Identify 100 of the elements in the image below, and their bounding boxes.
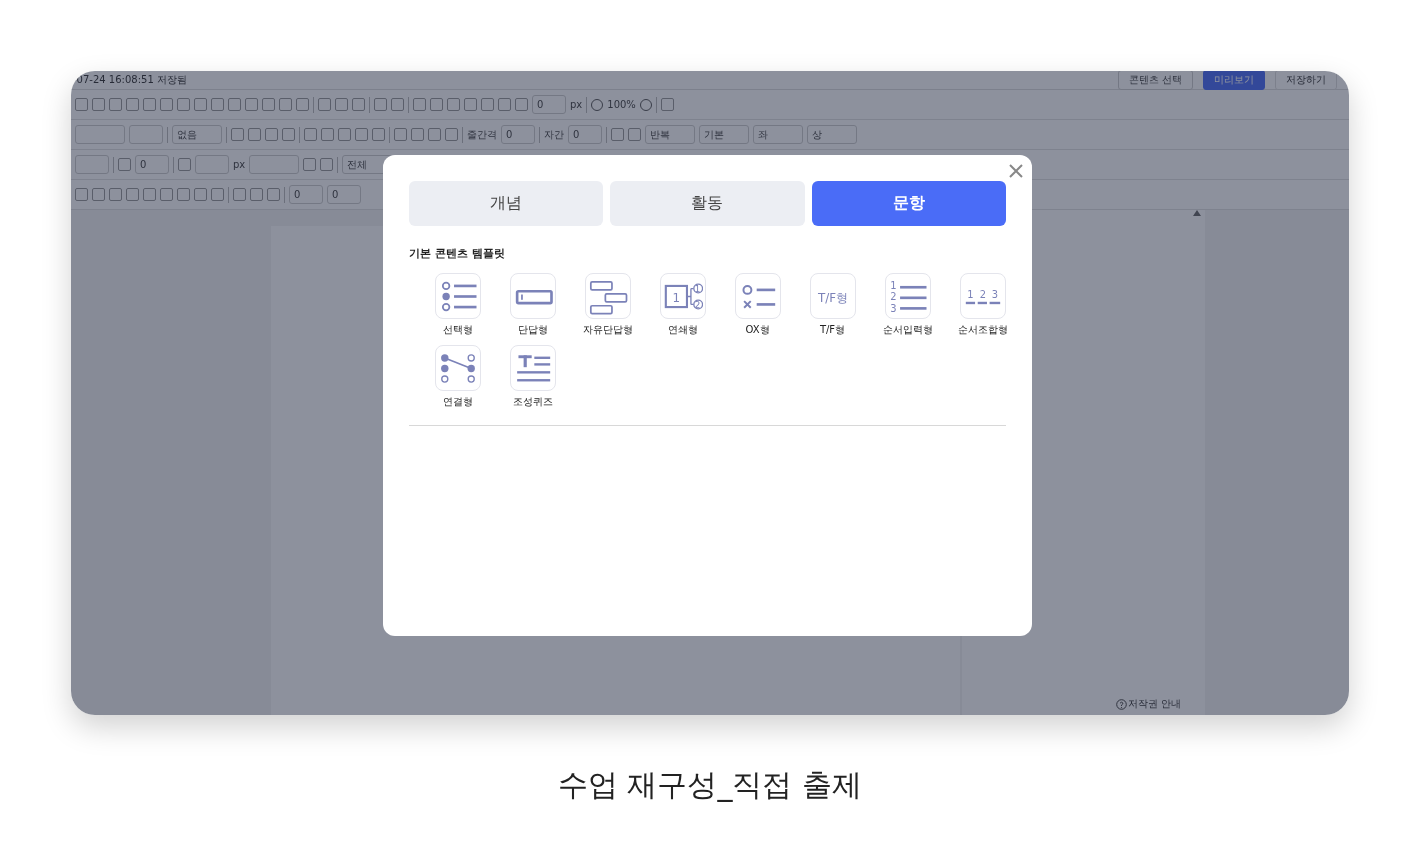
- toolbar-icon[interactable]: [267, 188, 280, 201]
- toolbar-icon[interactable]: [143, 98, 156, 111]
- toolbar-field[interactable]: [129, 125, 163, 144]
- toolbar-icon[interactable]: [355, 128, 368, 141]
- toolbar-select[interactable]: 상: [807, 125, 857, 144]
- toolbar-icon[interactable]: [318, 98, 331, 111]
- toolbar-icon[interactable]: [231, 128, 244, 141]
- toolbar-icon[interactable]: [245, 98, 258, 111]
- toolbar-icon[interactable]: [303, 158, 317, 171]
- copyright-link[interactable]: 저작권 안내: [1127, 697, 1181, 711]
- template-option[interactable]: T/F형 T/F형: [795, 273, 870, 337]
- template-option[interactable]: 자유단답형: [570, 273, 645, 337]
- category-tab[interactable]: 활동: [610, 181, 805, 226]
- toolbar-label: 100%: [607, 99, 636, 110]
- toolbar-icon[interactable]: [250, 188, 263, 201]
- toolbar-icon[interactable]: [282, 128, 295, 141]
- toolbar-icon[interactable]: [143, 188, 156, 201]
- toolbar-field[interactable]: 0: [327, 185, 361, 204]
- toolbar-select[interactable]: [249, 155, 300, 174]
- toolbar-select[interactable]: 없음: [172, 125, 222, 144]
- toolbar-icon[interactable]: [321, 128, 334, 141]
- close-icon[interactable]: [1008, 163, 1024, 179]
- template-option[interactable]: 1 1 2 연쇄형: [645, 273, 720, 337]
- toolbar-icon[interactable]: [628, 128, 641, 141]
- toolbar-icon[interactable]: [233, 188, 246, 201]
- toolbar-field[interactable]: 0: [568, 125, 602, 144]
- toolbar-icon[interactable]: [372, 128, 385, 141]
- toolbar-icon[interactable]: [160, 188, 173, 201]
- toolbar-icon[interactable]: [109, 188, 122, 201]
- toolbar-icon[interactable]: [126, 188, 139, 201]
- toolbar-icon[interactable]: [262, 98, 275, 111]
- template-option[interactable]: 1 2 3 순서입력형: [870, 273, 945, 337]
- toolbar-icon[interactable]: [498, 98, 511, 111]
- toolbar-icon[interactable]: [660, 98, 674, 111]
- toolbar-icon[interactable]: [296, 98, 309, 111]
- toolbar-label: px: [233, 159, 246, 170]
- toolbar-icon[interactable]: [265, 128, 278, 141]
- toolbar-icon[interactable]: [320, 158, 334, 171]
- toolbar-icon[interactable]: [447, 98, 460, 111]
- toolbar-icon[interactable]: [228, 98, 241, 111]
- template-option[interactable]: 1 2 3 순서조합형: [945, 273, 1020, 337]
- caption: 수업 재구성_직접 출제: [557, 767, 863, 802]
- toolbar-icon[interactable]: [481, 98, 494, 111]
- toolbar-icon[interactable]: [374, 98, 387, 111]
- toolbar-icon[interactable]: [75, 98, 88, 111]
- toolbar-icon[interactable]: [338, 128, 351, 141]
- toolbar-select[interactable]: 반복: [645, 125, 695, 144]
- category-tab[interactable]: 문항: [811, 181, 1006, 226]
- toolbar-icon[interactable]: [126, 98, 139, 111]
- toolbar-icon[interactable]: [248, 128, 261, 141]
- toolbar-icon[interactable]: [611, 128, 624, 141]
- toolbar-icon[interactable]: [445, 128, 458, 141]
- category-tab[interactable]: 개념: [409, 181, 604, 226]
- toolbar-icon[interactable]: [92, 188, 105, 201]
- toolbar-select[interactable]: [75, 125, 125, 144]
- toolbar-icon[interactable]: [177, 188, 190, 201]
- toolbar-field[interactable]: 0: [135, 155, 169, 174]
- toolbar-icon[interactable]: [92, 98, 105, 111]
- content-select[interactable]: 콘텐츠 선택: [1117, 71, 1193, 90]
- toolbar-select[interactable]: 기본: [699, 125, 749, 144]
- toolbar-icon[interactable]: [428, 128, 441, 141]
- save-button[interactable]: 저장하기: [1275, 71, 1337, 90]
- toolbar-icon[interactable]: [304, 128, 317, 141]
- preview-button[interactable]: 미리보기: [1203, 71, 1265, 90]
- toolbar-field[interactable]: 0: [289, 185, 323, 204]
- template-option[interactable]: OX형: [720, 273, 795, 337]
- toolbar-icon[interactable]: [279, 98, 292, 111]
- toolbar-icon[interactable]: [109, 98, 122, 111]
- toolbar-icon[interactable]: [411, 128, 424, 141]
- template-option[interactable]: 선택형: [420, 273, 495, 337]
- toolbar-field[interactable]: [195, 155, 229, 174]
- toolbar-icon[interactable]: [118, 158, 131, 171]
- toolbar-select[interactable]: 좌: [753, 125, 803, 144]
- toolbar-icon[interactable]: [352, 98, 365, 111]
- toolbar-field[interactable]: [75, 155, 109, 174]
- toolbar-icon[interactable]: [391, 98, 404, 111]
- toolbar-label: px: [570, 99, 583, 110]
- toolbar-icon[interactable]: [178, 158, 191, 171]
- template-option[interactable]: 조성퀴즈: [495, 345, 570, 409]
- toolbar-icon[interactable]: [515, 98, 528, 111]
- scroll-up-icon[interactable]: [1193, 210, 1201, 216]
- toolbar-label: 자간: [544, 127, 564, 142]
- toolbar-field[interactable]: 0: [532, 95, 566, 114]
- toolbar-icon[interactable]: [194, 98, 207, 111]
- toolbar-field[interactable]: 0: [501, 125, 535, 144]
- toolbar-icon[interactable]: [177, 98, 190, 111]
- template-option[interactable]: 연결형: [420, 345, 495, 409]
- section-title: 기본 콘텐츠 템플릿: [409, 246, 506, 261]
- help-icon: [1115, 698, 1127, 710]
- toolbar-icon[interactable]: [464, 98, 477, 111]
- toolbar-icon[interactable]: [413, 98, 426, 111]
- toolbar-icon[interactable]: [160, 98, 173, 111]
- toolbar-icon[interactable]: [335, 98, 348, 111]
- template-option[interactable]: 단답형: [495, 273, 570, 337]
- toolbar-icon[interactable]: [430, 98, 443, 111]
- toolbar-icon[interactable]: [211, 188, 224, 201]
- toolbar-icon[interactable]: [211, 98, 224, 111]
- toolbar-icon[interactable]: [394, 128, 407, 141]
- toolbar-icon[interactable]: [75, 188, 88, 201]
- toolbar-icon[interactable]: [194, 188, 207, 201]
